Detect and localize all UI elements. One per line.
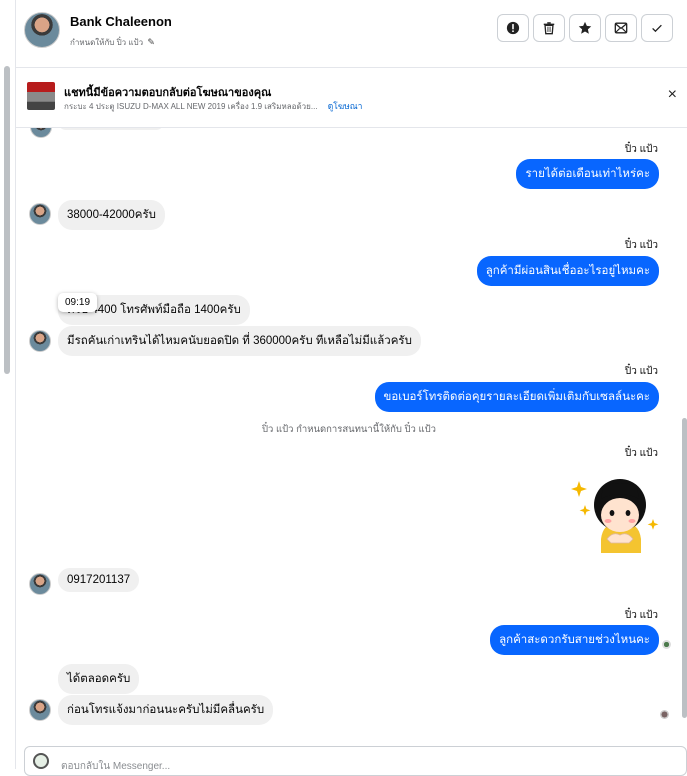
contact-avatar-small [30,128,52,138]
sender-name: ปิ๋ว แป้ว [624,448,658,459]
assigned-to[interactable]: กำหนดให้กับ ปิ๋ว แป้ว ✎ [70,36,155,49]
incoming-message[interactable]: 0917201137 [58,568,140,592]
close-icon[interactable]: × [668,86,677,104]
incoming-message[interactable]: ก่อนโทรแจ้งมาก่อนนะครับไม่มีคลื่นครับ [58,695,274,725]
star-button[interactable] [569,14,601,42]
ad-description: กระบะ 4 ประตู ISUZU D-MAX ALL NEW 2019 เ… [64,99,362,113]
ad-description-text: กระบะ 4 ประตู ISUZU D-MAX ALL NEW 2019 เ… [64,102,318,111]
contact-avatar-small [29,573,51,595]
check-icon [652,24,662,33]
left-scrollbar-thumb[interactable] [4,66,10,374]
incoming-message[interactable]: ได้ตลอดครับ [58,664,140,694]
assigned-to-label: กำหนดให้กับ ปิ๋ว แป้ว [70,38,144,47]
contact-name[interactable]: Bank Chaleenon [70,14,172,29]
reply-composer[interactable]: ตอบกลับใน Messenger... [24,746,687,776]
sender-name: ปิ๋ว แป้ว [624,144,658,155]
thread-scrollbar[interactable] [682,128,687,740]
outgoing-message[interactable]: ลูกค้าสะดวกรับสายช่วงไหนคะ [490,625,659,655]
timestamp-tooltip: 09:19 [58,293,98,312]
outgoing-message[interactable]: ลูกค้ามีผ่อนสินเชื่ออะไรอยู่ไหมคะ [476,256,659,286]
header-actions [497,14,673,42]
sender-name: ปิ๋ว แป้ว [624,610,658,621]
mark-unread-button[interactable] [605,14,637,42]
ad-thumbnail[interactable] [27,82,55,110]
conversation-header: Bank Chaleenon กำหนดให้กับ ปิ๋ว แป้ว ✎ [16,0,687,68]
view-ad-link[interactable]: ดูโฆษณา [328,101,363,111]
mark-unread-icon [614,22,628,34]
star-icon [578,21,592,34]
system-assignment-notice: ปิ๋ว แป้ว กำหนดการสนทนานี้ให้กับ ปิ๋ว แป… [261,424,437,435]
outgoing-message[interactable]: ขอเบอร์โทรติดต่อคุยรายละเอียดเพิ่มเติมกั… [374,382,659,412]
contact-avatar-small [29,699,51,721]
contact-avatar-small [29,203,51,225]
seen-indicator [662,640,671,649]
reply-input-placeholder: ตอบกลับใน Messenger... [61,761,171,772]
thread-scrollbar-thumb[interactable] [682,418,687,718]
left-scrollbar[interactable] [0,0,16,769]
cut-off-message [58,128,164,130]
contact-avatar[interactable] [24,12,60,48]
ad-reply-banner: แชทนี้มีข้อความตอบกลับต่อโฆษณาของคุณ กระ… [16,68,687,128]
incoming-message[interactable]: 38000-42000ครับ [58,200,165,230]
contact-avatar-small [29,330,51,352]
sticker-image[interactable] [567,461,662,553]
mark-done-button[interactable] [641,14,673,42]
alert-button[interactable] [497,14,529,42]
delete-button[interactable] [533,14,565,42]
sender-name: ปิ๋ว แป้ว [624,366,658,377]
pencil-icon[interactable]: ✎ [147,37,155,47]
alert-icon [506,21,520,35]
message-thread[interactable]: ปิ๋ว แป้ว รายได้ต่อเดือนเท่าไหร่คะ 38000… [16,128,682,740]
outgoing-message[interactable]: รายได้ต่อเดือนเท่าไหร่คะ [516,159,659,189]
incoming-message[interactable]: มีรถคันเก่าเทรินได้ไหมคนับยอดปิด ที่ 360… [58,326,421,356]
trash-icon [543,22,555,35]
read-receipt-avatar [660,710,669,719]
sender-name: ปิ๋ว แป้ว [624,240,658,251]
messenger-icon [33,753,49,769]
